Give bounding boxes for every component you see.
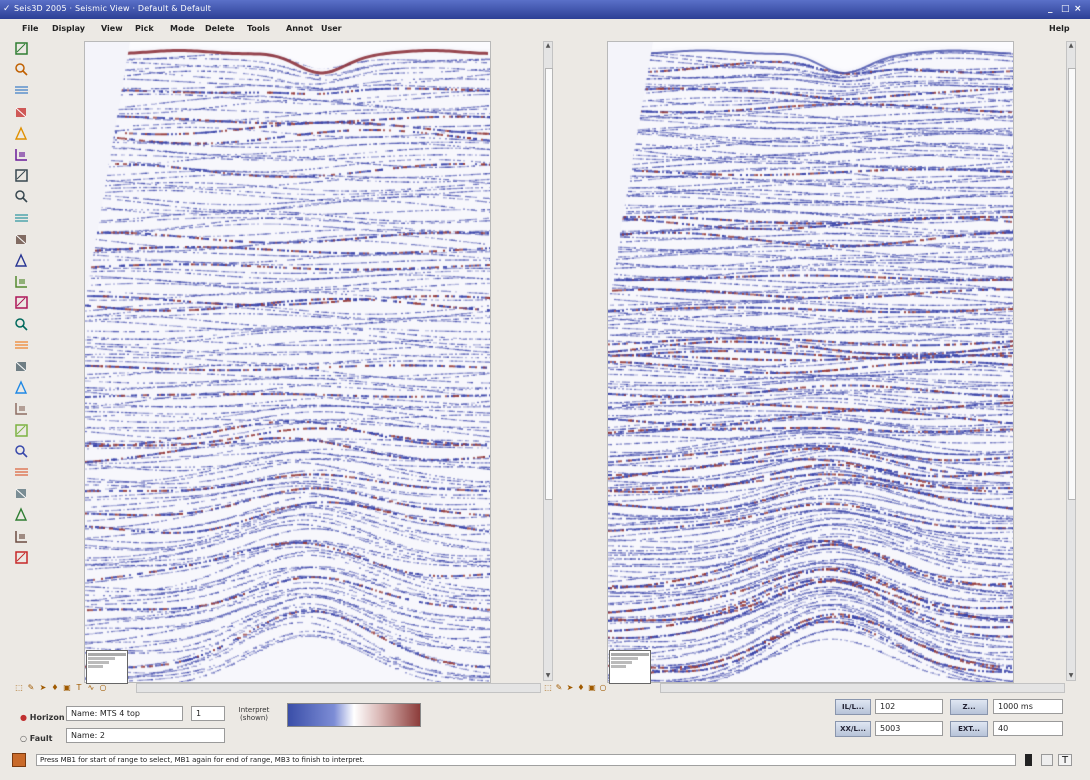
- edit-icon[interactable]: ✎: [26, 683, 36, 693]
- il-button[interactable]: IL/L...: [835, 699, 871, 715]
- scrollbar-thumb[interactable]: [1068, 68, 1076, 500]
- minimize-button[interactable]: _: [1048, 4, 1053, 14]
- select-icon[interactable]: ⬚: [14, 683, 24, 693]
- panel-tools-right: ⬚ ✎ ➤ ♦ ▣ ○: [543, 682, 607, 694]
- scroll-up-icon[interactable]: ▲: [544, 42, 552, 50]
- maximize-button[interactable]: □: [1061, 4, 1070, 14]
- menu-mode[interactable]: Mode: [170, 24, 195, 33]
- arrow-icon[interactable]: ➤: [565, 683, 575, 693]
- scrollbar-thumb[interactable]: [545, 68, 553, 500]
- flag-icon[interactable]: [13, 549, 30, 566]
- window-title: Seis3D 2005 · Seismic View · Default & D…: [14, 4, 212, 13]
- close-button[interactable]: ×: [1074, 4, 1082, 14]
- seismic-section-right[interactable]: [607, 41, 1014, 683]
- menu-user[interactable]: User: [321, 24, 342, 33]
- xl-button[interactable]: XX/L...: [835, 721, 871, 737]
- scroll-up-icon[interactable]: ▲: [1067, 42, 1075, 50]
- z-button[interactable]: Z...: [950, 699, 988, 715]
- il-field[interactable]: 102: [875, 699, 943, 714]
- split-icon[interactable]: [13, 506, 30, 523]
- panel-tools-left: ⬚ ✎ ➤ ♦ ▣ T ∿ ○: [14, 682, 134, 694]
- horizon-radio-label: Horizon: [29, 713, 65, 722]
- zoom-out-icon[interactable]: [13, 188, 30, 205]
- section-info-label-left: [86, 650, 128, 684]
- text-tool-icon[interactable]: T: [1058, 754, 1072, 766]
- trace-icon[interactable]: [13, 252, 30, 269]
- menu-tools[interactable]: Tools: [247, 24, 270, 33]
- radio-unselected-icon: ○: [20, 734, 27, 743]
- text-icon[interactable]: T: [74, 683, 84, 693]
- menu-help[interactable]: Help: [1049, 24, 1070, 33]
- square-icon[interactable]: [1041, 754, 1053, 766]
- menu-pick[interactable]: Pick: [135, 24, 154, 33]
- box-icon[interactable]: [13, 400, 30, 417]
- horizon-radio[interactable]: ● Horizon: [20, 713, 65, 722]
- color-icon[interactable]: [13, 337, 30, 354]
- menu-view[interactable]: View: [101, 24, 123, 33]
- column-icon[interactable]: [13, 485, 30, 502]
- ruler-icon[interactable]: [13, 528, 30, 545]
- app-status-icon: [12, 753, 26, 767]
- snap-icon[interactable]: [13, 294, 30, 311]
- fault-radio-label: Fault: [29, 734, 53, 743]
- scroll-down-icon[interactable]: ▼: [1067, 672, 1075, 680]
- cross-icon[interactable]: [13, 379, 30, 396]
- select-icon[interactable]: ⬚: [543, 683, 553, 693]
- interpret-label: Interpret (shown): [238, 706, 270, 722]
- xl-field[interactable]: 5003: [875, 721, 943, 736]
- amplitude-colorbar[interactable]: [287, 703, 421, 727]
- pan-icon[interactable]: [13, 210, 30, 227]
- edit-icon[interactable]: ✎: [554, 683, 564, 693]
- status-bar: Press MB1 for start of range to select, …: [0, 751, 1090, 769]
- bracket-icon[interactable]: [13, 231, 30, 248]
- horizon-name-field[interactable]: Name: MTS 4 top: [66, 706, 183, 721]
- fault-radio[interactable]: ○ Fault: [20, 734, 52, 743]
- radio-selected-icon: ●: [20, 713, 27, 722]
- horizontal-line-icon[interactable]: [13, 82, 30, 99]
- menu-bar: File Display View Pick Mode Delete Tools…: [0, 19, 1090, 39]
- menu-display[interactable]: Display: [52, 24, 85, 33]
- grid-icon[interactable]: [13, 358, 30, 375]
- pick-horizon-icon[interactable]: [13, 104, 30, 121]
- horizontal-scrollbar-left[interactable]: [136, 683, 541, 693]
- pick-fault-icon[interactable]: [13, 125, 30, 142]
- paint-icon[interactable]: ♦: [50, 683, 60, 693]
- horizontal-scrollbar-right[interactable]: [660, 683, 1065, 693]
- menu-file[interactable]: File: [22, 24, 38, 33]
- scroll-down-icon[interactable]: ▼: [544, 672, 552, 680]
- horizon-index-field[interactable]: 1: [191, 706, 225, 721]
- status-message: Press MB1 for start of range to select, …: [36, 754, 1016, 766]
- layer-icon[interactable]: ▣: [587, 683, 597, 693]
- z-field[interactable]: 1000 ms: [993, 699, 1063, 714]
- layer-icon[interactable]: ▣: [62, 683, 72, 693]
- pointer-icon[interactable]: [13, 40, 30, 57]
- ext-button[interactable]: EXT...: [950, 721, 988, 737]
- title-bar: ✓ Seis3D 2005 · Seismic View · Default &…: [0, 0, 1090, 19]
- vertical-scrollbar-left[interactable]: ▲ ▼: [543, 41, 553, 681]
- circle-icon[interactable]: ○: [98, 683, 108, 693]
- fill-icon[interactable]: [13, 316, 30, 333]
- menu-annot[interactable]: Annot: [286, 24, 313, 33]
- edit-icon[interactable]: [13, 146, 30, 163]
- stop-icon[interactable]: [1025, 754, 1032, 766]
- vertical-scrollbar-right[interactable]: ▲ ▼: [1066, 41, 1076, 681]
- tool-palette: [11, 40, 33, 575]
- auto-track-icon[interactable]: [13, 273, 30, 290]
- paint-icon[interactable]: ♦: [576, 683, 586, 693]
- fault-name-field[interactable]: Name: 2: [66, 728, 225, 743]
- stack-icon[interactable]: [13, 464, 30, 481]
- seismic-section-left[interactable]: [84, 41, 491, 683]
- curve-icon[interactable]: ∿: [86, 683, 96, 693]
- zoom-extent-icon[interactable]: [13, 61, 30, 78]
- section-info-label-right: [609, 650, 651, 684]
- app-logo-icon: ✓: [3, 4, 11, 14]
- zoom-in-icon[interactable]: [13, 167, 30, 184]
- circle-icon[interactable]: ○: [598, 683, 608, 693]
- interpretation-panel: ● Horizon ○ Fault Name: MTS 4 top 1 Name…: [0, 696, 1090, 750]
- arrow-icon[interactable]: ➤: [38, 683, 48, 693]
- ext-field[interactable]: 40: [993, 721, 1063, 736]
- menu-delete[interactable]: Delete: [205, 24, 234, 33]
- wave-icon[interactable]: [13, 443, 30, 460]
- list-icon[interactable]: [13, 422, 30, 439]
